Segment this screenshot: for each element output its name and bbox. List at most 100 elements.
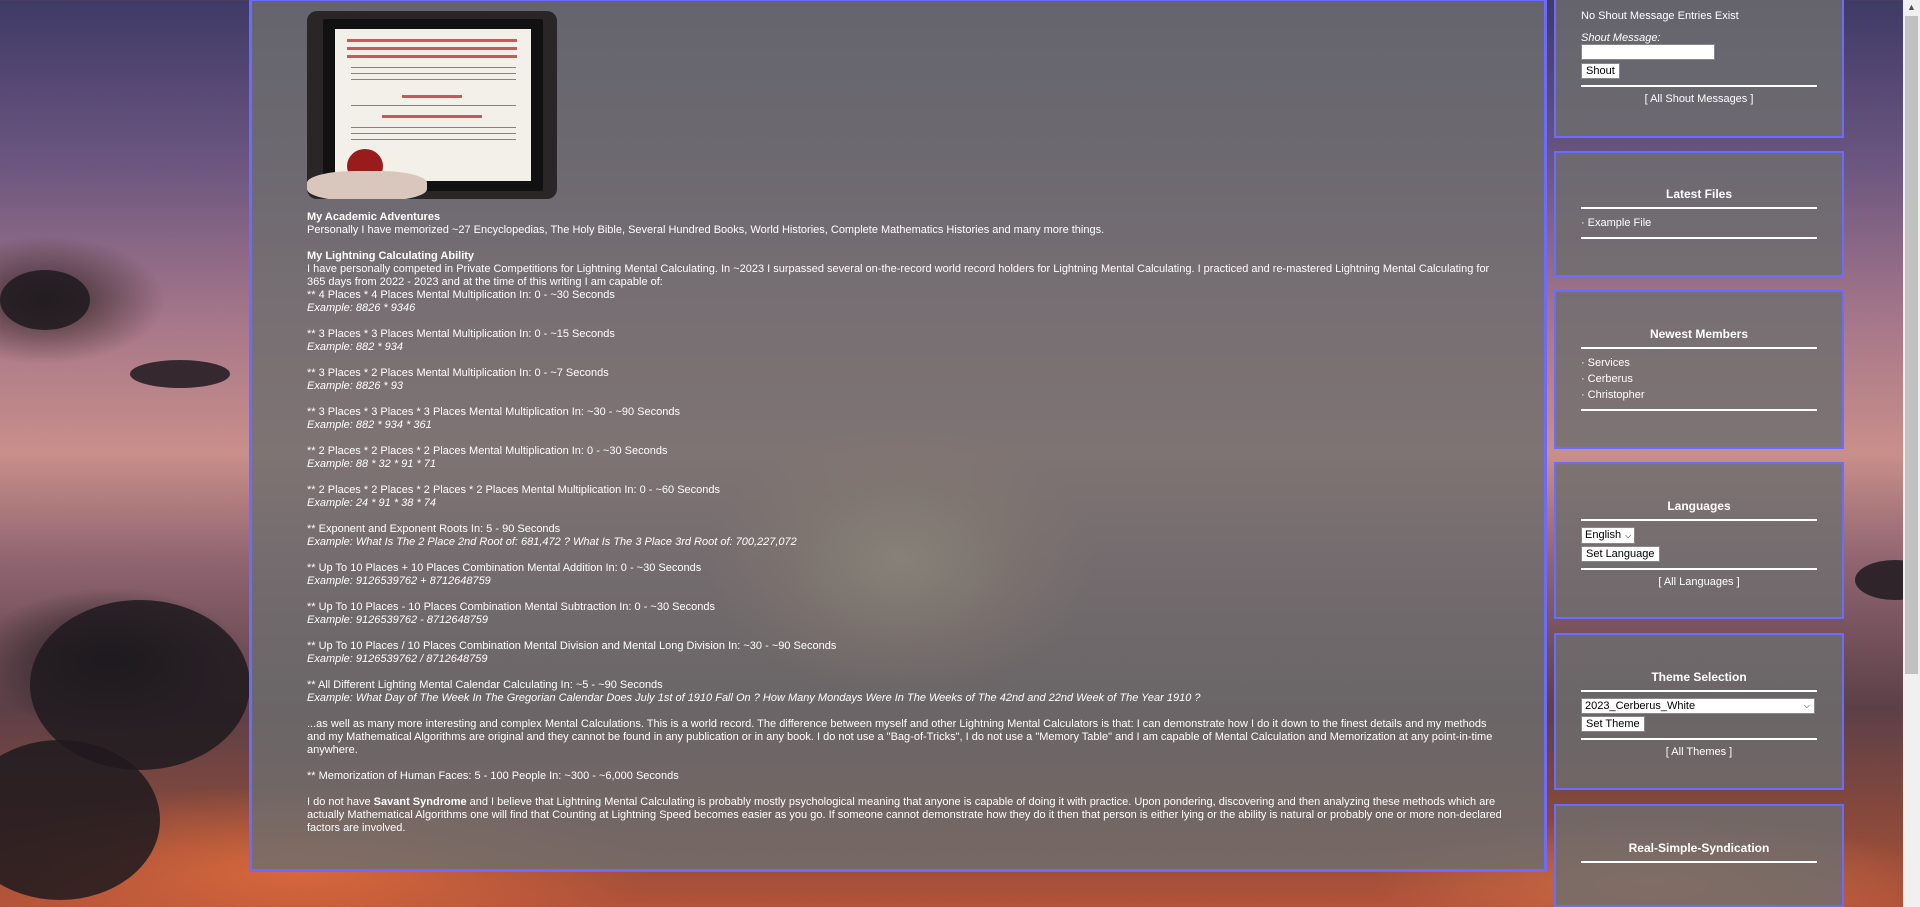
newest-members-title: Newest Members xyxy=(1649,327,1749,341)
paragraph-text: ** 3 Places * 3 Places * 3 Places Mental… xyxy=(307,406,680,418)
diploma-line xyxy=(382,115,482,118)
divider xyxy=(1581,568,1817,570)
paragraph-text: ** Up To 10 Places + 10 Places Combinati… xyxy=(307,562,702,574)
file-item[interactable]: Example File xyxy=(1581,215,1817,231)
language-select[interactable]: English ⌵ xyxy=(1581,527,1636,544)
paragraph-text: ** 2 Places * 2 Places * 2 Places * 2 Pl… xyxy=(307,484,721,496)
example-text: Example: 9126539762 / 8712648759 xyxy=(307,653,488,665)
main-content-panel: My Academic Adventures Personally I have … xyxy=(249,0,1547,872)
paragraph-text: ** Up To 10 Places - 10 Places Combinati… xyxy=(307,601,715,613)
diploma-line xyxy=(351,79,516,80)
diploma-line xyxy=(351,73,516,74)
example-text: Example: 8826 * 9346 xyxy=(307,302,416,314)
example-text: Example: What Day of The Week In The Gre… xyxy=(307,692,1201,704)
diploma-image xyxy=(307,11,557,199)
shout-message-input[interactable] xyxy=(1581,44,1715,60)
divider xyxy=(1581,861,1817,863)
savant-paragraph: I do not have Savant Syndrome and I beli… xyxy=(307,796,1507,835)
diploma-line xyxy=(347,39,517,42)
divider xyxy=(1581,738,1817,740)
rss-title: Real-Simple-Syndication xyxy=(1628,841,1770,855)
paragraph-text: I do not have xyxy=(307,796,374,808)
languages-panel: Languages English ⌵ Set Language [ All La… xyxy=(1554,462,1844,619)
paragraph-text: ** Memorization of Human Faces: 5 - 100 … xyxy=(307,770,679,782)
article-sections: My Academic Adventures Personally I have … xyxy=(307,211,1507,796)
paragraph-text: ** 3 Places * 2 Places Mental Multiplica… xyxy=(307,367,609,379)
shoutbox-panel: No Shout Message Entries Exist Shout Mes… xyxy=(1554,0,1844,138)
chevron-down-icon: ⌵ xyxy=(1803,701,1810,710)
member-item[interactable]: Christopher xyxy=(1581,387,1817,403)
all-shout-messages-link[interactable]: [ All Shout Messages ] xyxy=(1581,93,1817,105)
shout-message-label: Shout Message: xyxy=(1581,32,1661,44)
savant-syndrome-text: Savant Syndrome xyxy=(373,796,467,808)
latest-files-panel: Latest Files Example File xyxy=(1554,151,1844,277)
languages-title: Languages xyxy=(1667,499,1731,513)
rss-panel: Real-Simple-Syndication xyxy=(1554,804,1844,907)
all-themes-link[interactable]: [ All Themes ] xyxy=(1581,746,1817,758)
paragraph-text: ** Up To 10 Places / 10 Places Combinati… xyxy=(307,640,837,652)
paragraph-text: and I believe that Lightning Mental Calc… xyxy=(307,796,1502,834)
section-heading: My Lightning Calculating Ability xyxy=(307,250,475,262)
theme-selected-value: 2023_Cerberus_White xyxy=(1585,700,1696,712)
all-languages-link[interactable]: [ All Languages ] xyxy=(1581,576,1817,588)
example-text: Example: 882 * 934 xyxy=(307,341,404,353)
paragraph-text: ** Exponent and Exponent Roots In: 5 - 9… xyxy=(307,523,561,535)
language-selected-value: English xyxy=(1585,529,1622,541)
latest-files-title: Latest Files xyxy=(1665,187,1733,201)
no-shout-entries: No Shout Message Entries Exist xyxy=(1581,10,1739,22)
scrollbar-thumb[interactable] xyxy=(1905,16,1918,674)
diploma-line xyxy=(347,55,517,58)
member-item[interactable]: Cerberus xyxy=(1581,371,1817,387)
theme-selection-panel: Theme Selection 2023_Cerberus_White ⌵ Set… xyxy=(1554,633,1844,790)
example-text: Example: 9126539762 + 8712648759 xyxy=(307,575,491,587)
diploma-line xyxy=(351,67,516,68)
background-rock xyxy=(130,360,230,388)
example-text: Example: 8826 * 93 xyxy=(307,380,404,392)
theme-select[interactable]: 2023_Cerberus_White ⌵ xyxy=(1581,698,1815,714)
divider xyxy=(1581,347,1817,349)
hand-holding-diploma xyxy=(307,171,427,199)
diploma-line xyxy=(351,127,516,128)
example-text: Example: 88 * 32 * 91 * 71 xyxy=(307,458,437,470)
set-language-button[interactable]: Set Language xyxy=(1581,546,1660,562)
paragraph-text: ** 4 Places * 4 Places Mental Multiplica… xyxy=(307,289,615,301)
example-text: Example: What Is The 2 Place 2nd Root of… xyxy=(307,536,797,548)
diploma-line xyxy=(402,95,462,98)
diploma-line xyxy=(351,133,516,134)
divider xyxy=(1581,237,1817,239)
example-text: Example: 882 * 934 * 361 xyxy=(307,419,432,431)
diploma-line xyxy=(351,139,516,140)
set-theme-button[interactable]: Set Theme xyxy=(1581,716,1645,732)
paragraph-text: ** 2 Places * 2 Places * 2 Places Mental… xyxy=(307,445,668,457)
article-content: My Academic Adventures Personally I have … xyxy=(307,11,1507,835)
section-heading: My Academic Adventures xyxy=(307,211,441,223)
divider xyxy=(1581,409,1817,411)
paragraph-text: ** All Different Lighting Mental Calenda… xyxy=(307,679,663,691)
background-rock xyxy=(0,270,90,330)
scroll-up-arrow-icon[interactable]: ▲ xyxy=(1903,0,1920,14)
example-text: Example: 9126539762 - 8712648759 xyxy=(307,614,489,626)
divider xyxy=(1581,207,1817,209)
divider xyxy=(1581,85,1817,87)
shout-button[interactable]: Shout xyxy=(1581,63,1620,79)
paragraph-text: ...as well as many more interesting and … xyxy=(307,718,1493,756)
diploma-line xyxy=(351,105,516,106)
divider xyxy=(1581,519,1817,521)
member-item[interactable]: Services xyxy=(1581,355,1817,371)
page-scrollbar[interactable]: ▲ xyxy=(1903,0,1920,907)
paragraph-text: ** 3 Places * 3 Places Mental Multiplica… xyxy=(307,328,615,340)
paragraph-text: I have personally competed in Private Co… xyxy=(307,263,1490,288)
newest-members-panel: Newest Members Services Cerberus Christo… xyxy=(1554,290,1844,449)
